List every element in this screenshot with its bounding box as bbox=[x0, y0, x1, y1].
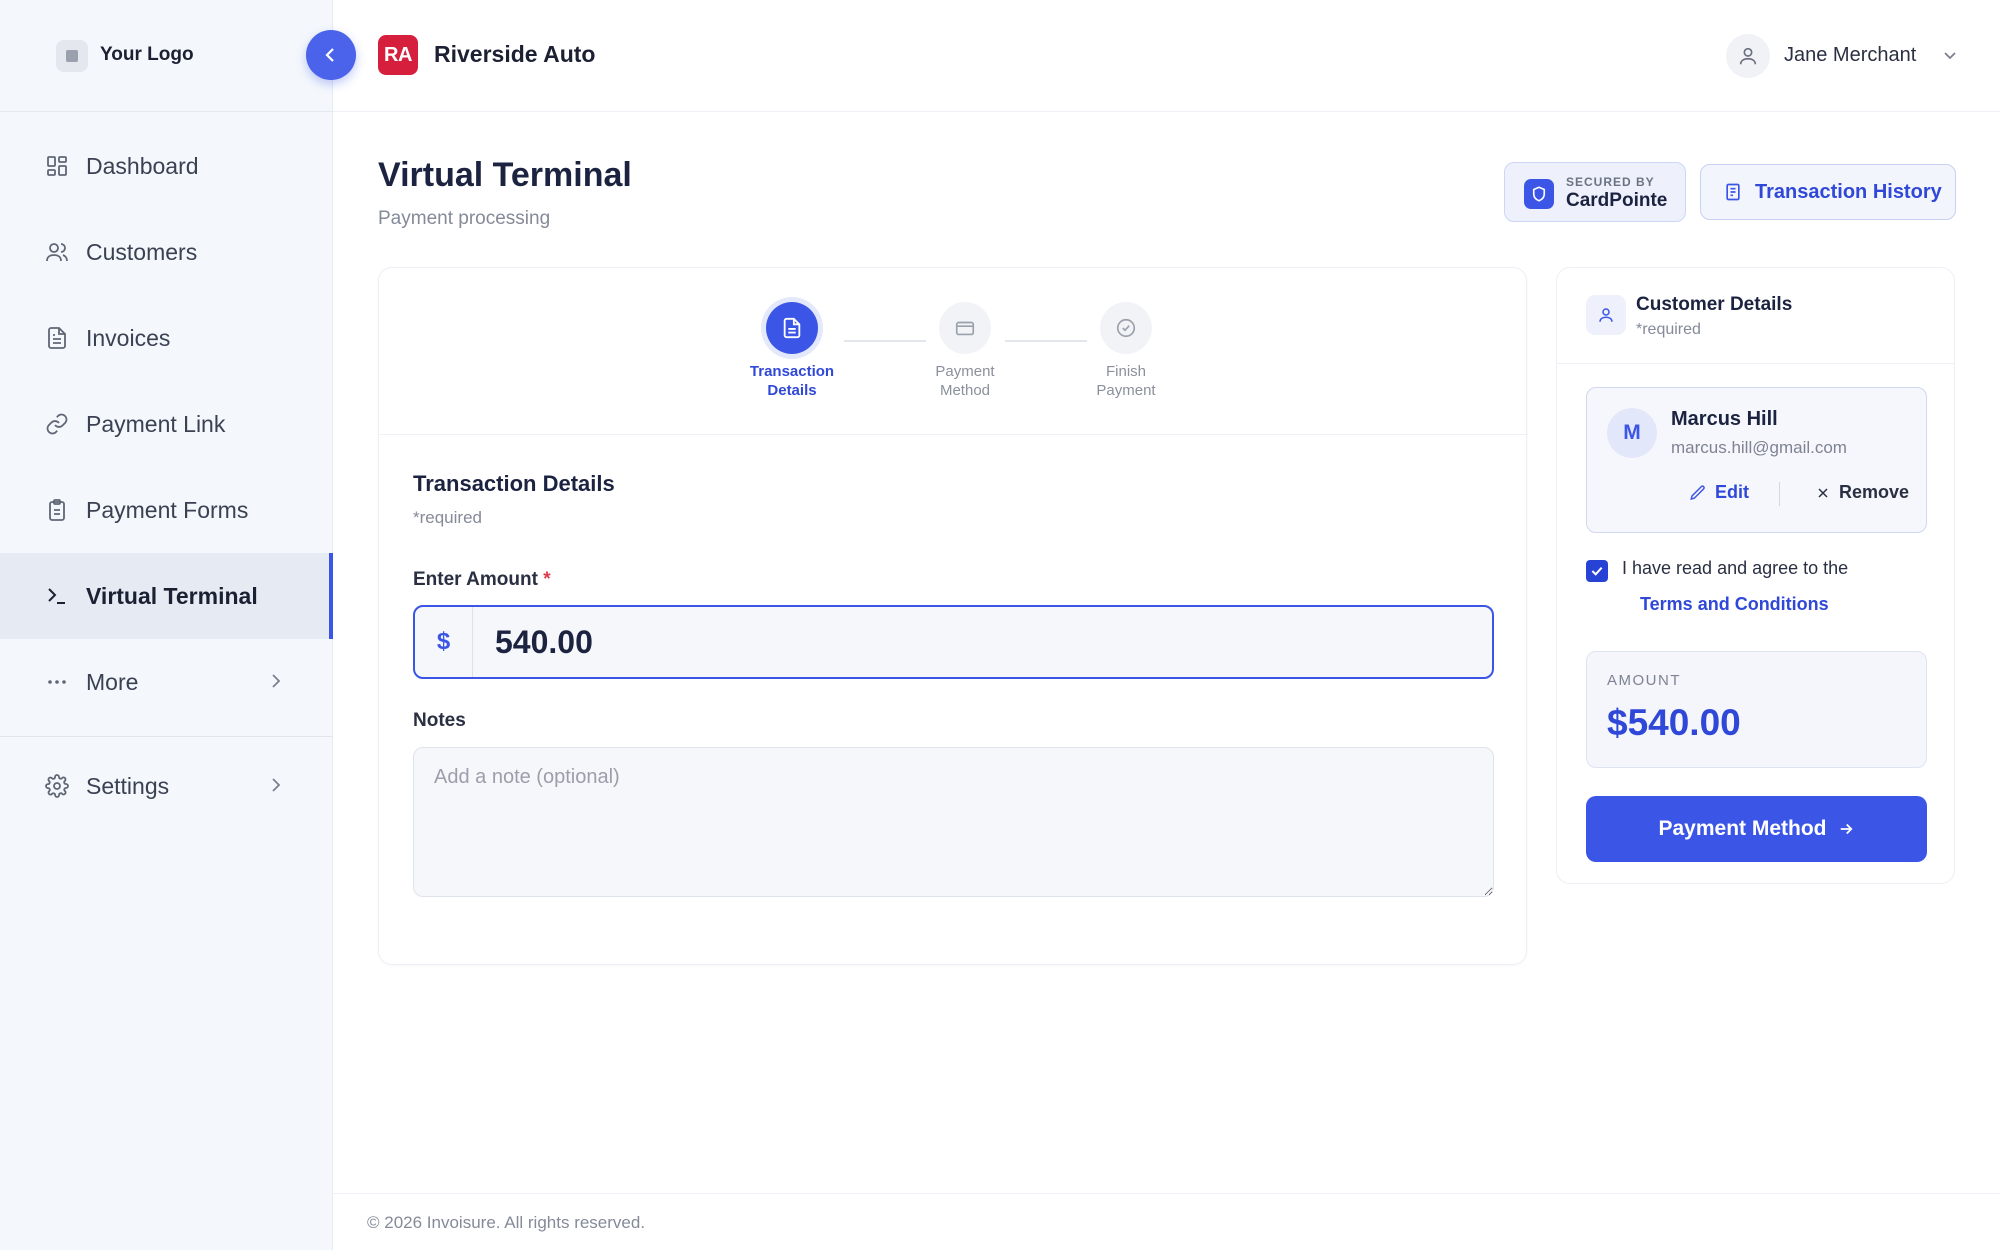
customer-name: Marcus Hill bbox=[1671, 408, 1778, 430]
customer-details-panel: Customer Details *required M Marcus Hill… bbox=[1556, 267, 1955, 884]
sidebar-settings-group: Settings bbox=[0, 743, 333, 829]
user-avatar[interactable] bbox=[1726, 34, 1770, 78]
section-title: Transaction Details bbox=[413, 471, 615, 496]
chevron-right-icon bbox=[268, 670, 284, 697]
check-icon bbox=[1591, 566, 1603, 576]
notes-textarea[interactable] bbox=[413, 747, 1494, 897]
remove-customer-button[interactable]: Remove bbox=[1815, 482, 1909, 503]
sidebar-item-payment-forms[interactable]: Payment Forms bbox=[0, 467, 333, 553]
sidebar-logo-row: Your Logo bbox=[0, 0, 333, 112]
step-finish-payment[interactable]: Finish Payment bbox=[1061, 302, 1191, 400]
action-divider bbox=[1779, 482, 1780, 506]
receipt-icon bbox=[1726, 183, 1740, 201]
sidebar-item-settings[interactable]: Settings bbox=[0, 743, 333, 829]
footer: © 2026 Invoisure. All rights reserved. bbox=[333, 1193, 2000, 1250]
amount-input[interactable] bbox=[473, 607, 1492, 677]
sidebar-collapse-button[interactable] bbox=[306, 30, 356, 80]
panel-title: Customer Details bbox=[1636, 294, 1793, 315]
check-circle-icon bbox=[1100, 302, 1152, 354]
gear-icon bbox=[44, 773, 70, 799]
link-icon bbox=[44, 411, 70, 437]
panel-required-note: *required bbox=[1636, 321, 1701, 338]
secured-by-badge: SECURED BY CardPointe bbox=[1504, 162, 1686, 222]
transaction-history-label: Transaction History bbox=[1755, 180, 1942, 203]
transaction-card: Transaction Details Payment Method Finish P… bbox=[378, 267, 1528, 965]
amount-summary-label: AMOUNT bbox=[1607, 672, 1681, 689]
customer-avatar: M bbox=[1607, 408, 1657, 458]
sidebar-item-label: More bbox=[86, 668, 139, 695]
sidebar-divider bbox=[0, 736, 333, 737]
sidebar-item-dashboard[interactable]: Dashboard bbox=[0, 123, 333, 209]
secured-by-label: SECURED BY bbox=[1566, 175, 1655, 189]
panel-header: Customer Details *required bbox=[1557, 268, 1954, 364]
sidebar-item-label: Customers bbox=[86, 238, 198, 265]
chevron-down-icon[interactable] bbox=[1941, 46, 1959, 69]
pencil-icon bbox=[1690, 484, 1705, 500]
business-badge: RA bbox=[378, 35, 418, 75]
customer-email: marcus.hill@gmail.com bbox=[1671, 438, 1847, 457]
card-icon bbox=[939, 302, 991, 354]
file-icon bbox=[44, 325, 70, 351]
sidebar-item-virtual-terminal[interactable]: Virtual Terminal bbox=[0, 553, 333, 639]
logo-text: Your Logo bbox=[100, 44, 194, 65]
step-transaction-details[interactable]: Transaction Details bbox=[727, 302, 857, 400]
arrow-right-icon bbox=[1840, 823, 1853, 835]
top-bar: RA Riverside Auto Jane Merchant bbox=[333, 0, 2000, 112]
amount-label: Enter Amount * bbox=[413, 569, 551, 590]
step-label: Payment Method bbox=[935, 363, 995, 399]
shield-icon bbox=[1524, 179, 1554, 209]
required-star: * bbox=[543, 569, 551, 590]
terminal-icon bbox=[44, 583, 70, 609]
sidebar-item-label: Invoices bbox=[86, 324, 171, 351]
amount-summary-value: $540.00 bbox=[1607, 702, 1741, 743]
step-label: Transaction Details bbox=[749, 363, 835, 399]
sidebar-item-label: Dashboard bbox=[86, 152, 199, 179]
edit-customer-button[interactable]: Edit bbox=[1689, 482, 1749, 503]
users-icon bbox=[44, 239, 70, 265]
terms-checkbox[interactable] bbox=[1586, 560, 1608, 582]
sidebar-item-label: Virtual Terminal bbox=[86, 582, 258, 609]
currency-symbol: $ bbox=[415, 607, 473, 677]
secured-by-brand: CardPointe bbox=[1566, 190, 1668, 211]
user-icon bbox=[1739, 47, 1757, 65]
step-label: Finish Payment bbox=[1096, 363, 1156, 399]
page-subtitle: Payment processing bbox=[378, 208, 551, 229]
page-title: Virtual Terminal bbox=[378, 156, 632, 194]
edit-label: Edit bbox=[1715, 482, 1749, 502]
step-payment-method[interactable]: Payment Method bbox=[900, 302, 1030, 400]
sidebar-nav: Dashboard Customers Invoices Payment Lin… bbox=[0, 123, 333, 725]
chevron-right-icon bbox=[268, 774, 284, 801]
stepper: Transaction Details Payment Method Finish P… bbox=[379, 268, 1528, 435]
transaction-history-button[interactable]: Transaction History bbox=[1700, 164, 1956, 220]
sidebar: Your Logo Dashboard Customers Invoices P… bbox=[0, 0, 333, 1250]
sidebar-item-more[interactable]: More bbox=[0, 639, 333, 725]
chevron-left-icon bbox=[325, 48, 334, 62]
grid-icon bbox=[44, 153, 70, 179]
sidebar-item-customers[interactable]: Customers bbox=[0, 209, 333, 295]
payment-method-button[interactable]: Payment Method bbox=[1586, 796, 1927, 862]
clipboard-icon bbox=[44, 497, 70, 523]
sidebar-item-label: Payment Link bbox=[86, 410, 226, 437]
business-name: Riverside Auto bbox=[434, 41, 596, 67]
document-icon bbox=[766, 302, 818, 354]
remove-label: Remove bbox=[1839, 482, 1910, 502]
sidebar-item-payment-link[interactable]: Payment Link bbox=[0, 381, 333, 467]
amount-field[interactable]: $ bbox=[413, 605, 1494, 679]
terms-link[interactable]: Terms and Conditions bbox=[1640, 594, 1829, 615]
user-menu-name[interactable]: Jane Merchant bbox=[1784, 44, 1916, 67]
logo-icon bbox=[56, 40, 88, 72]
amount-summary: AMOUNT $540.00 bbox=[1586, 651, 1927, 768]
terms-text: I have read and agree to the bbox=[1622, 558, 1849, 578]
selected-customer-card: M Marcus Hill marcus.hill@gmail.com Edit… bbox=[1586, 387, 1927, 533]
copyright-text: © 2026 Invoisure. All rights reserved. bbox=[367, 1213, 646, 1232]
close-icon bbox=[1818, 487, 1828, 498]
user-icon bbox=[1586, 295, 1626, 335]
required-note: *required bbox=[413, 508, 482, 527]
more-icon bbox=[44, 669, 70, 695]
sidebar-item-label: Settings bbox=[86, 772, 170, 799]
payment-method-label: Payment Method bbox=[1658, 817, 1827, 840]
notes-label: Notes bbox=[413, 710, 466, 731]
sidebar-item-invoices[interactable]: Invoices bbox=[0, 295, 333, 381]
sidebar-item-label: Payment Forms bbox=[86, 496, 249, 523]
